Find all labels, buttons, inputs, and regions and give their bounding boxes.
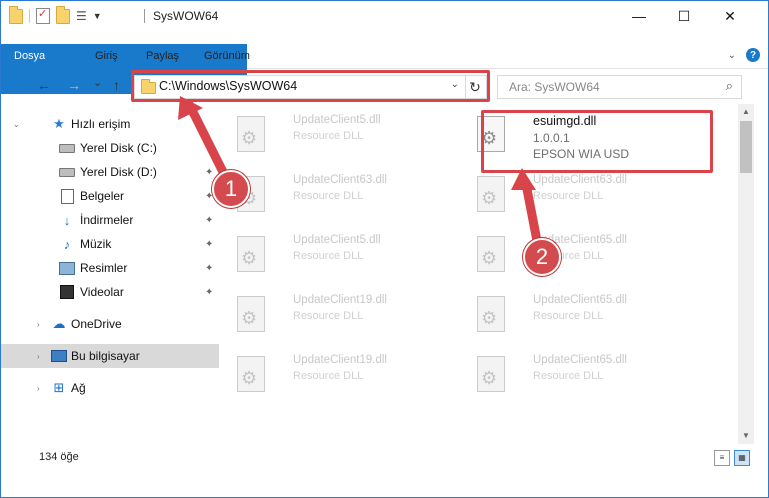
arrow-step-2 (521, 179, 543, 251)
annotation-arrows (178, 96, 543, 251)
step-1-badge: 1 (212, 170, 250, 208)
arrow-step-1 (184, 99, 230, 181)
step-2-badge: 2 (523, 238, 561, 276)
arrowhead-step-2 (511, 168, 536, 190)
